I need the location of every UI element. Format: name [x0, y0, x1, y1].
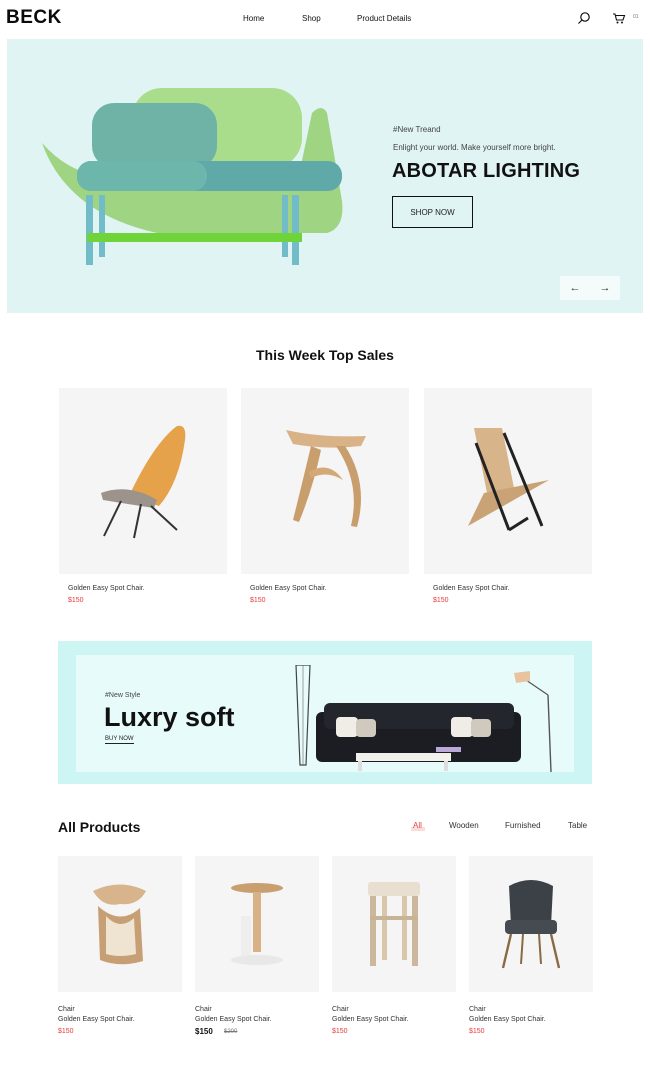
product-category: Chair: [195, 1006, 212, 1013]
product-card[interactable]: Golden Easy Spot Chair. $150: [424, 388, 592, 606]
product-old-price: $200: [224, 1029, 238, 1035]
filter-furnished[interactable]: Furnished: [505, 821, 541, 830]
filter-table[interactable]: Table: [568, 821, 587, 830]
promo-banner: #New Style Luxry soft BUY NOW: [58, 641, 592, 784]
promo-tag: #New Style: [105, 692, 141, 699]
product-image: [59, 388, 227, 574]
nav-home[interactable]: Home: [243, 14, 264, 23]
product-card[interactable]: Golden Easy Spot Chair. $150: [241, 388, 409, 606]
product-name[interactable]: Golden Easy Spot Chair.: [332, 1016, 409, 1023]
product-card[interactable]: Golden Easy Spot Chair. $150: [59, 388, 227, 606]
product-image: [58, 856, 182, 992]
hero-banner: #New Treand Enlight your world. Make you…: [7, 39, 643, 313]
nav-shop[interactable]: Shop: [302, 14, 321, 23]
hero-subtitle: Enlight your world. Make yourself more b…: [393, 143, 556, 152]
slider-arrows: ← →: [560, 276, 620, 300]
cart-icon[interactable]: [612, 11, 626, 25]
product-image: [195, 856, 319, 992]
product-name[interactable]: Golden Easy Spot Chair.: [195, 1016, 272, 1023]
all-products-title: All Products: [58, 819, 141, 835]
promo-title: Luxry soft: [104, 702, 235, 732]
product-name[interactable]: Golden Easy Spot Chair.: [250, 585, 327, 592]
cart-count: 01: [633, 14, 639, 20]
product-price: $150: [250, 597, 266, 604]
living-room-image: [295, 665, 552, 772]
sofa-image: [42, 88, 343, 265]
top-sales-title: This Week Top Sales: [256, 347, 394, 363]
product-price: $150: [195, 1027, 213, 1036]
promo-inner: #New Style Luxry soft BUY NOW: [76, 655, 574, 772]
product-price: $150: [68, 597, 84, 604]
product-price: $150: [332, 1028, 348, 1035]
arrow-right-icon[interactable]: →: [590, 276, 620, 300]
product-name[interactable]: Golden Easy Spot Chair.: [469, 1016, 546, 1023]
product-card[interactable]: Chair Golden Easy Spot Chair. $150: [469, 856, 593, 1038]
product-category: Chair: [58, 1006, 75, 1013]
filter-all[interactable]: All: [413, 821, 422, 830]
logo[interactable]: BECK: [6, 7, 62, 29]
product-image: [469, 856, 593, 992]
product-category: Chair: [469, 1006, 486, 1013]
product-image: [241, 388, 409, 574]
nav-product-details[interactable]: Product Details: [357, 14, 411, 23]
product-price: $150: [58, 1028, 74, 1035]
product-image: [424, 388, 592, 574]
shop-now-button[interactable]: SHOP NOW: [392, 196, 473, 228]
site-header: BECK Home Shop Product Details 01: [0, 0, 650, 38]
product-image: [332, 856, 456, 992]
hero-title: ABOTAR LIGHTING: [392, 160, 581, 182]
buy-now-link[interactable]: BUY NOW: [105, 736, 134, 744]
product-name[interactable]: Golden Easy Spot Chair.: [433, 585, 510, 592]
product-category: Chair: [332, 1006, 349, 1013]
product-price: $150: [433, 597, 449, 604]
product-card[interactable]: Chair Golden Easy Spot Chair. $150: [332, 856, 456, 1038]
product-price: $150: [469, 1028, 485, 1035]
hero-tag: #New Treand: [393, 125, 441, 134]
product-name[interactable]: Golden Easy Spot Chair.: [68, 585, 145, 592]
arrow-left-icon[interactable]: ←: [560, 276, 590, 300]
product-card[interactable]: Chair Golden Easy Spot Chair. $150 $200: [195, 856, 319, 1038]
product-name[interactable]: Golden Easy Spot Chair.: [58, 1016, 135, 1023]
product-card[interactable]: Chair Golden Easy Spot Chair. $150: [58, 856, 182, 1038]
search-icon[interactable]: [577, 11, 591, 25]
filter-wooden[interactable]: Wooden: [449, 821, 479, 830]
